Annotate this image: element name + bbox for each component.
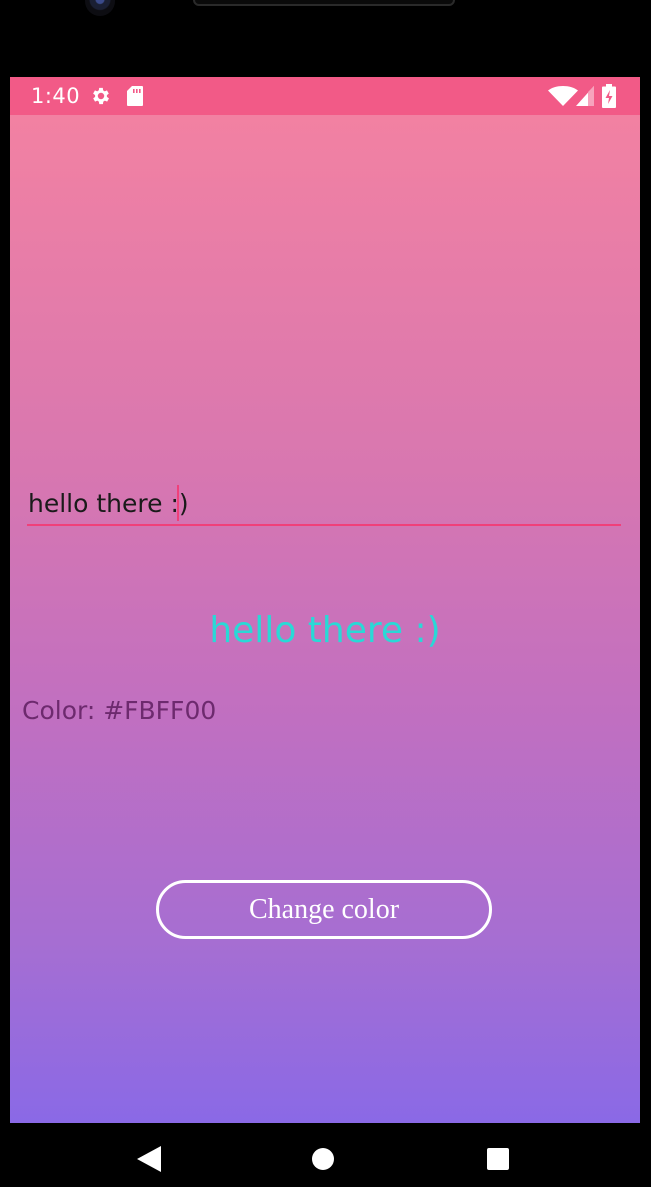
navigation-bar	[0, 1123, 651, 1187]
top-bezel	[0, 0, 651, 77]
status-time: 1:40	[31, 84, 81, 108]
back-icon[interactable]	[137, 1146, 161, 1172]
signal-icon	[576, 86, 594, 106]
front-camera	[85, 0, 115, 16]
sd-card-icon	[127, 86, 143, 106]
color-label: Color: #FBFF00	[22, 696, 217, 725]
device-frame: 1:40 hello there :) Color: #FBFF00 Chang…	[0, 0, 651, 1187]
gear-icon	[93, 87, 109, 105]
home-icon[interactable]	[312, 1148, 334, 1170]
status-bar: 1:40	[10, 77, 640, 115]
app-screen: hello there :) Color: #FBFF00 Change col…	[10, 115, 640, 1123]
text-cursor	[177, 485, 179, 521]
text-input[interactable]	[27, 483, 621, 526]
echo-text: hello there :)	[209, 610, 441, 651]
wifi-icon	[548, 86, 578, 106]
earpiece-speaker	[193, 0, 455, 6]
battery-charging-icon	[602, 84, 616, 108]
change-color-button[interactable]: Change color	[156, 880, 492, 939]
recents-icon[interactable]	[487, 1148, 509, 1170]
